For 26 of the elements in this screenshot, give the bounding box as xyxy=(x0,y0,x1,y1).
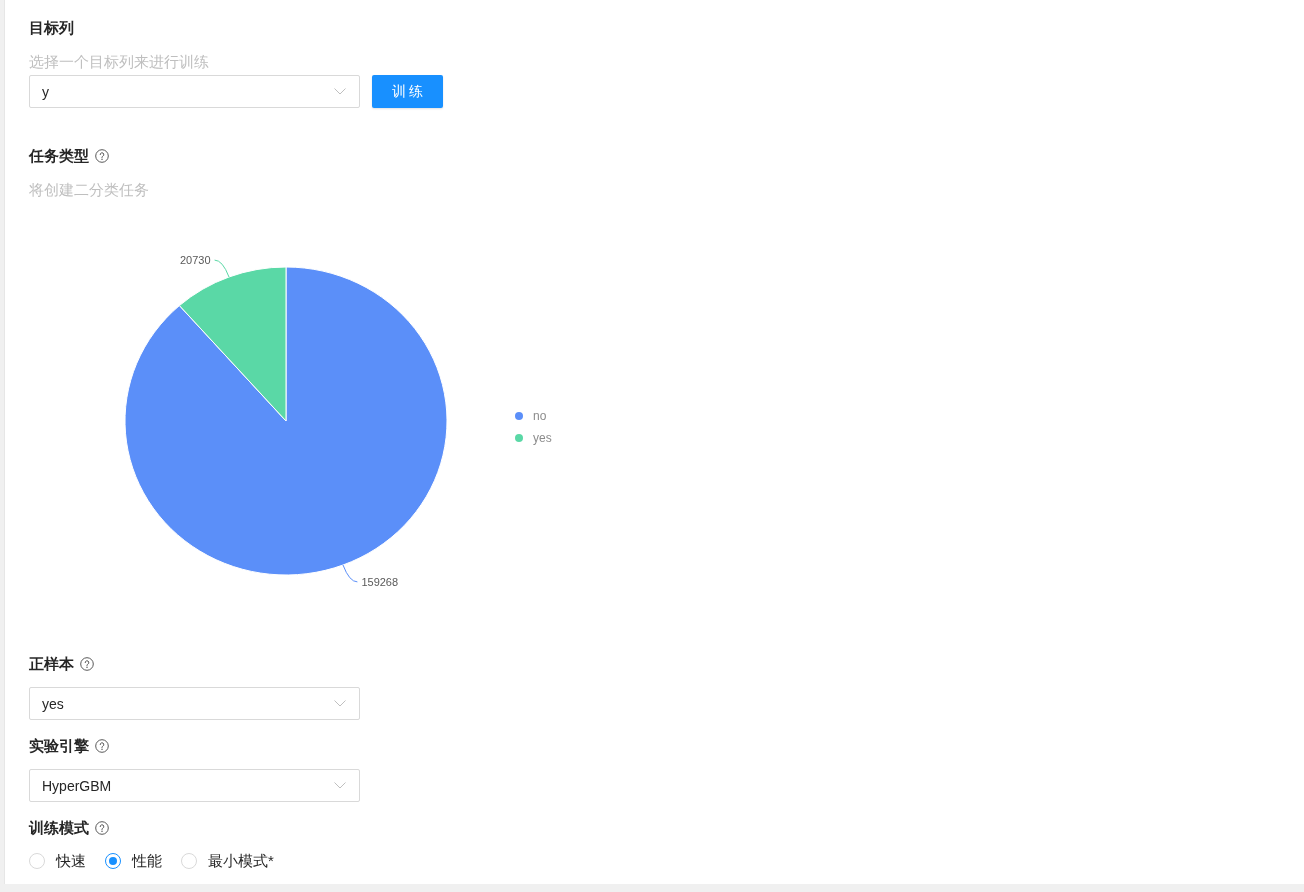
label-leader-line xyxy=(214,259,230,278)
hint-text: 将创建二分类任务 xyxy=(29,180,149,200)
radio-option[interactable]: 快速 xyxy=(29,851,86,871)
chevron-down-icon xyxy=(334,782,346,789)
legend-label[interactable]: yes xyxy=(533,431,552,445)
chevron-down-icon xyxy=(334,700,346,707)
help-icon[interactable] xyxy=(95,739,109,753)
field-label: 训练模式 xyxy=(29,818,89,838)
field-label: 正样本 xyxy=(29,654,74,674)
help-icon[interactable] xyxy=(95,821,109,835)
help-icon[interactable] xyxy=(95,149,109,163)
radio-icon[interactable] xyxy=(105,853,121,869)
radio-option[interactable]: 最小模式* xyxy=(181,851,274,871)
select-field[interactable]: yes xyxy=(29,687,360,720)
data-label: 20730 xyxy=(180,254,211,267)
field-label: 实验引擎 xyxy=(29,736,89,756)
field-label: 任务类型 xyxy=(29,146,89,166)
radio-option[interactable]: 性能 xyxy=(105,851,162,871)
select-field[interactable]: y xyxy=(29,75,360,108)
legend-label[interactable]: no xyxy=(533,409,547,423)
field-label: 目标列 xyxy=(29,18,74,38)
chevron-down-icon xyxy=(334,88,346,95)
data-label: 159268 xyxy=(361,575,399,588)
select-field[interactable]: HyperGBM xyxy=(29,769,360,802)
help-icon[interactable] xyxy=(80,657,94,671)
label-leader-line xyxy=(342,564,358,583)
